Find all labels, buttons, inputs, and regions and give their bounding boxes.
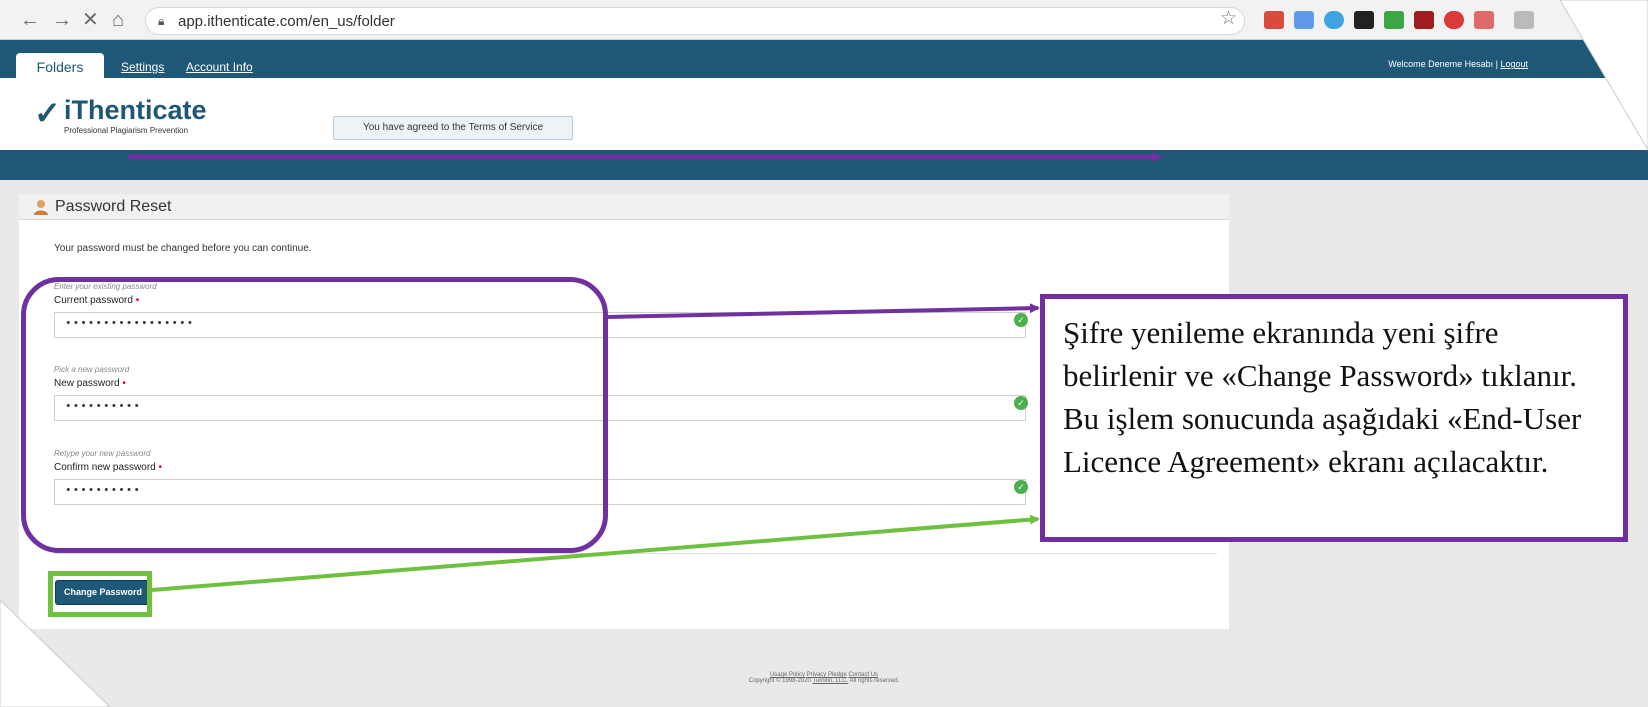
footer-copyright: Copyright © 1998-2020 Turnitin, LLC. All…	[0, 678, 1648, 684]
tab-folders[interactable]: Folders	[16, 53, 104, 79]
tos-notice: You have agreed to the Terms of Service	[333, 116, 573, 140]
logout-link[interactable]: Logout	[1500, 59, 1528, 69]
drive-icon[interactable]	[1324, 11, 1344, 29]
nav-strip	[0, 150, 1648, 180]
panel-message: Your password must be changed before you…	[54, 243, 312, 254]
pdf-icon[interactable]	[1474, 11, 1494, 29]
annotation-callout: Şifre yenileme ekranında yeni şifre beli…	[1040, 294, 1628, 542]
copyright-pre: Copyright © 1998-2020	[748, 678, 811, 684]
translate-icon[interactable]	[1294, 11, 1314, 29]
bookmark-star-icon[interactable]: ☆	[1220, 7, 1237, 30]
password-fields-highlight	[21, 277, 608, 553]
home-icon[interactable]: ⌂	[112, 8, 124, 32]
logo-name: iThenticate	[64, 95, 207, 125]
menu-icon[interactable]	[1514, 11, 1534, 29]
divider	[54, 553, 1217, 554]
lock-icon: 🔒︎	[158, 14, 165, 28]
url-text: app.ithenticate.com/en_us/folder	[178, 13, 395, 30]
footer-company-link[interactable]: Turnitin, LLC.	[812, 678, 848, 684]
back-arrow-icon[interactable]: ←	[20, 8, 40, 32]
footer: Usage Policy Privacy Pledge Contact Us C…	[0, 672, 1648, 684]
evernote-icon[interactable]	[1354, 11, 1374, 29]
button-highlight	[48, 571, 152, 617]
panel-header: Password Reset	[19, 194, 1229, 220]
adblock-icon[interactable]	[1444, 11, 1464, 29]
browser-toolbar: ← → ✕ ⌂ 🔒︎ app.ithenticate.com/en_us/fol…	[0, 0, 1648, 40]
stop-icon[interactable]: ✕	[82, 8, 99, 32]
ublock-icon[interactable]	[1414, 11, 1434, 29]
check-valid-icon: ✓	[1014, 396, 1028, 410]
panel-title: Password Reset	[55, 198, 172, 215]
copyright-post: All rights reserved.	[849, 678, 900, 684]
user-icon	[34, 200, 48, 215]
feedly-icon[interactable]	[1384, 11, 1404, 29]
welcome-text: Welcome Deneme Hesabı | Logout	[1388, 59, 1528, 69]
logo-bar: ✓ iThenticate Professional Plagiarism Pr…	[0, 78, 1648, 150]
welcome-user: Welcome Deneme Hesabı |	[1388, 59, 1498, 69]
gmail-icon[interactable]	[1264, 11, 1284, 29]
address-bar[interactable]: 🔒︎ app.ithenticate.com/en_us/folder	[145, 7, 1245, 35]
logo-tagline: Professional Plagiarism Prevention	[64, 126, 189, 135]
checkmark-logo-icon: ✓	[34, 95, 61, 131]
tab-settings[interactable]: Settings	[121, 60, 164, 74]
forward-arrow-icon[interactable]: →	[52, 8, 72, 32]
screenshot-stage: ← → ✕ ⌂ 🔒︎ app.ithenticate.com/en_us/fol…	[0, 0, 1648, 707]
tab-account-info[interactable]: Account Info	[186, 60, 253, 74]
check-valid-icon: ✓	[1014, 480, 1028, 494]
app-header: Folders Settings Account Info Welcome De…	[0, 40, 1648, 79]
check-valid-icon: ✓	[1014, 313, 1028, 327]
